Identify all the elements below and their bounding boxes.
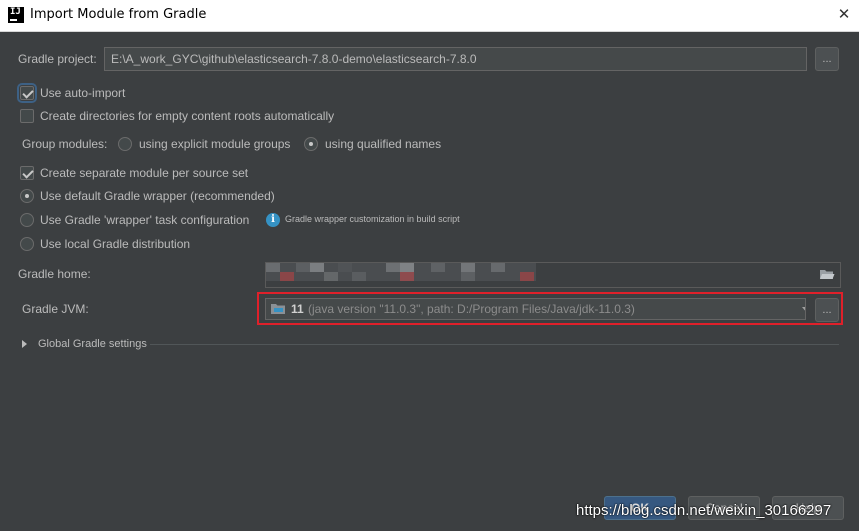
- create-directories-label[interactable]: Create directories for empty content roo…: [40, 109, 334, 123]
- use-auto-import-checkbox[interactable]: [17, 83, 37, 103]
- gradle-home-label: Gradle home:: [18, 267, 91, 281]
- jvm-version: 11: [291, 302, 304, 316]
- gradle-jvm-browse-button[interactable]: ...: [815, 298, 839, 322]
- watermark-text: https://blog.csdn.net/weixin_30166297: [576, 502, 832, 519]
- gradle-jvm-select[interactable]: 11 (java version "11.0.3", path: D:/Prog…: [265, 298, 806, 320]
- group-explicit-label[interactable]: using explicit module groups: [139, 137, 290, 151]
- gradle-jvm-label: Gradle JVM:: [22, 302, 89, 316]
- pixel-block: [386, 263, 400, 272]
- pixel-block: [324, 272, 338, 281]
- open-folder-icon[interactable]: [819, 268, 835, 280]
- jvm-detail: (java version "11.0.3", path: D:/Program…: [308, 302, 635, 316]
- folder-icon: [271, 304, 285, 314]
- pixel-block: [280, 272, 294, 281]
- pixel-block: [296, 263, 310, 272]
- close-icon[interactable]: ✕: [834, 4, 854, 26]
- default-wrapper-radio[interactable]: [20, 189, 34, 203]
- use-auto-import-label[interactable]: Use auto-import: [40, 86, 125, 100]
- wrapper-hint-text: Gradle wrapper customization in build sc…: [285, 214, 460, 224]
- pixel-block: [338, 263, 352, 272]
- gradle-project-browse-button[interactable]: ...: [815, 47, 839, 71]
- group-modules-label: Group modules:: [22, 137, 108, 151]
- create-directories-checkbox[interactable]: [20, 109, 34, 123]
- chevron-down-icon[interactable]: [802, 307, 805, 313]
- pixel-block: [461, 272, 475, 281]
- local-distribution-label[interactable]: Use local Gradle distribution: [40, 237, 190, 251]
- pixel-block: [352, 272, 366, 281]
- global-gradle-settings-toggle[interactable]: Global Gradle settings: [38, 338, 147, 350]
- section-divider: [150, 344, 839, 345]
- info-icon: i: [266, 213, 280, 227]
- default-wrapper-label[interactable]: Use default Gradle wrapper (recommended): [40, 189, 275, 203]
- group-qualified-radio[interactable]: [304, 137, 318, 151]
- gradle-project-label: Gradle project:: [18, 52, 97, 66]
- wrapper-task-label[interactable]: Use Gradle 'wrapper' task configuration: [40, 213, 249, 227]
- gradle-project-field[interactable]: E:\A_work_GYC\github\elasticsearch-7.8.0…: [104, 47, 807, 71]
- pixel-block: [310, 263, 324, 272]
- chevron-right-icon[interactable]: [22, 340, 27, 348]
- wrapper-task-radio[interactable]: [20, 213, 34, 227]
- pixel-block: [520, 272, 534, 281]
- pixel-block: [491, 263, 505, 272]
- window-title: Import Module from Gradle: [30, 7, 207, 22]
- pixel-block: [400, 263, 414, 272]
- group-qualified-label[interactable]: using qualified names: [325, 137, 441, 151]
- separate-module-checkbox[interactable]: [20, 166, 34, 180]
- separate-module-label[interactable]: Create separate module per source set: [40, 166, 248, 180]
- pixel-block: [431, 263, 445, 272]
- local-distribution-radio[interactable]: [20, 237, 34, 251]
- title-bar: IJ Import Module from Gradle ✕: [0, 0, 859, 32]
- pixel-block: [266, 263, 280, 272]
- pixel-block: [461, 263, 475, 272]
- group-explicit-radio[interactable]: [118, 137, 132, 151]
- intellij-logo-icon: IJ: [8, 7, 24, 23]
- gradle-home-field[interactable]: [265, 262, 841, 288]
- pixel-block: [400, 272, 414, 281]
